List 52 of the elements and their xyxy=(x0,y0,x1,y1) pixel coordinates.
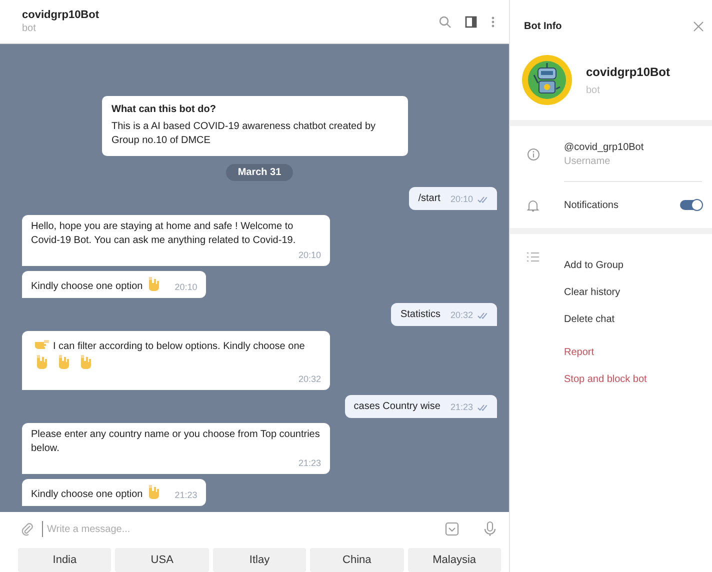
action-button[interactable]: Delete chat xyxy=(564,306,647,333)
panel-title: Bot Info xyxy=(524,20,562,32)
intro-text: This is a AI based COVID-19 awareness chatbot created by Group no.10 of DMCE xyxy=(112,120,377,148)
message-text: Kindly choose one option xyxy=(31,281,143,292)
message-text: cases Country wise xyxy=(354,401,440,412)
message-time: 20:32 xyxy=(298,373,321,386)
bell-icon xyxy=(527,198,539,212)
keyboard-button[interactable]: India xyxy=(18,548,112,572)
emoji-keyboard-icon[interactable] xyxy=(445,522,459,536)
keyboard-button[interactable]: USA xyxy=(115,548,209,572)
notifications-label: Notifications xyxy=(564,200,620,210)
hand-icon xyxy=(34,354,50,370)
message-time: 21:23 xyxy=(174,489,198,502)
chat-subtitle: bot xyxy=(22,23,37,34)
message-text: /start xyxy=(418,193,440,204)
list-icon xyxy=(527,252,539,262)
message-time: 21:23 xyxy=(298,457,321,470)
sidebar-toggle-icon[interactable] xyxy=(465,16,477,28)
message-time: 20:10 xyxy=(450,193,473,206)
hand-icon xyxy=(78,354,94,370)
keyboard-button[interactable]: China xyxy=(310,548,404,572)
message-text: Please enter any country name or you choose from Top countries below. xyxy=(31,429,320,454)
message-text: Hello, hope you are staying at home and safe ! Welcome to Covid-19 Bot. You can ask me anything related to Covid-19. xyxy=(31,221,296,246)
close-icon[interactable] xyxy=(693,20,704,32)
attach-icon[interactable] xyxy=(20,522,34,536)
keyboard-button[interactable]: Itlay xyxy=(212,548,306,572)
bot-subtitle: bot xyxy=(586,84,601,96)
date-label: March 31 xyxy=(226,164,294,181)
message-time: 20:10 xyxy=(298,249,321,262)
chat-title: covidgrp10Bot xyxy=(22,9,100,21)
search-icon[interactable] xyxy=(439,16,451,28)
username-label: Username xyxy=(564,156,612,167)
keyboard-button[interactable]: Malaysia xyxy=(408,548,502,572)
robot-avatar-icon xyxy=(522,55,572,105)
action-button[interactable]: Report xyxy=(564,339,647,366)
notifications-toggle[interactable] xyxy=(680,200,702,210)
message-time: 20:10 xyxy=(174,281,198,294)
action-button[interactable]: Clear history xyxy=(564,279,647,306)
action-button[interactable]: Add to Group xyxy=(564,252,647,279)
intro-title: What can this bot do? xyxy=(112,104,217,115)
message-text: I can filter according to below options. Kindly choose one xyxy=(53,341,305,352)
message-time: 20:32 xyxy=(450,309,473,322)
hand-icon xyxy=(56,354,72,370)
menu-icon[interactable] xyxy=(491,16,495,28)
bot-name: covidgrp10Bot xyxy=(586,64,670,78)
message-text: Kindly choose one option xyxy=(31,489,143,500)
microphone-icon[interactable] xyxy=(483,521,497,537)
message-time: 21:23 xyxy=(450,401,473,414)
info-icon xyxy=(526,148,540,160)
action-button[interactable]: Stop and block bot xyxy=(564,366,647,393)
username-value: @covid_grp10Bot xyxy=(564,142,645,153)
message-text: Statistics xyxy=(400,309,440,320)
